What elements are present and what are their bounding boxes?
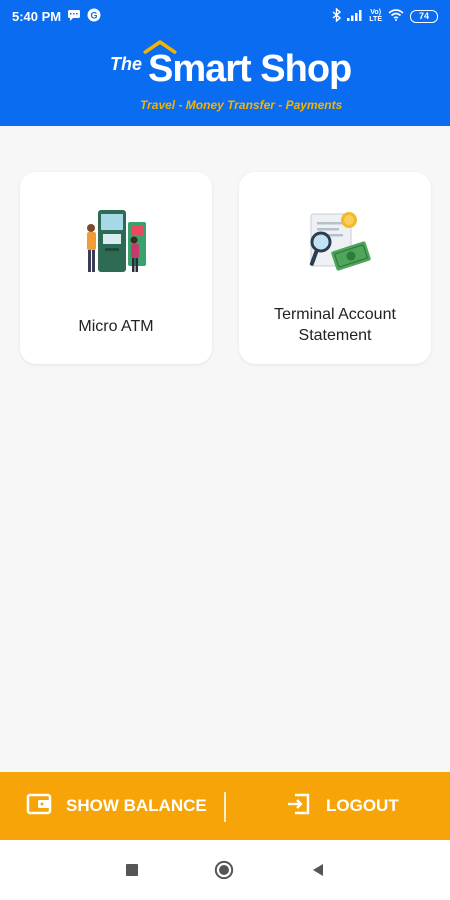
action-divider [224, 792, 226, 822]
svg-text:G: G [91, 10, 98, 20]
logo-the-text: The [110, 54, 143, 74]
g-circle-icon: G [87, 8, 101, 25]
micro-atm-label: Micro ATM [78, 318, 154, 335]
bluetooth-icon [332, 6, 342, 25]
app-header: The Smart Shop Travel - Money Transfer -… [0, 32, 450, 126]
logout-icon [286, 792, 312, 821]
show-balance-label: SHOW BALANCE [66, 796, 207, 815]
show-balance-button[interactable]: SHOW BALANCE [26, 772, 207, 840]
status-time: 5:40 PM [12, 8, 62, 24]
recent-apps-icon[interactable] [122, 860, 142, 880]
bottom-action-bar: SHOW BALANCE LOGOUT [0, 772, 450, 840]
volte-label: Vo) LTE [369, 9, 382, 23]
logout-label: LOGOUT [326, 796, 399, 815]
battery-indicator: 74 [410, 9, 438, 23]
signal-icon [347, 9, 363, 24]
wallet-icon [26, 793, 52, 820]
status-bar: 5:40 PM G Vo) LTE 74 [0, 0, 450, 32]
logout-button[interactable]: LOGOUT [286, 772, 399, 840]
statement-icon [295, 204, 375, 284]
system-nav-bar [0, 840, 450, 900]
micro-atm-tile[interactable]: Micro ATM [20, 172, 212, 364]
wifi-icon [388, 8, 404, 24]
message-icon [67, 9, 81, 24]
logo-tagline: Travel - Money Transfer - Payments [140, 98, 343, 112]
terminal-account-statement-tile[interactable]: Terminal Account Statement [239, 172, 431, 364]
terminal-account-statement-label: Terminal Account Statement [274, 306, 396, 344]
home-icon[interactable] [214, 860, 234, 880]
back-icon[interactable] [308, 860, 328, 880]
logo-smart-shop-text: Smart Shop [148, 48, 352, 90]
atm-icon [76, 204, 156, 284]
